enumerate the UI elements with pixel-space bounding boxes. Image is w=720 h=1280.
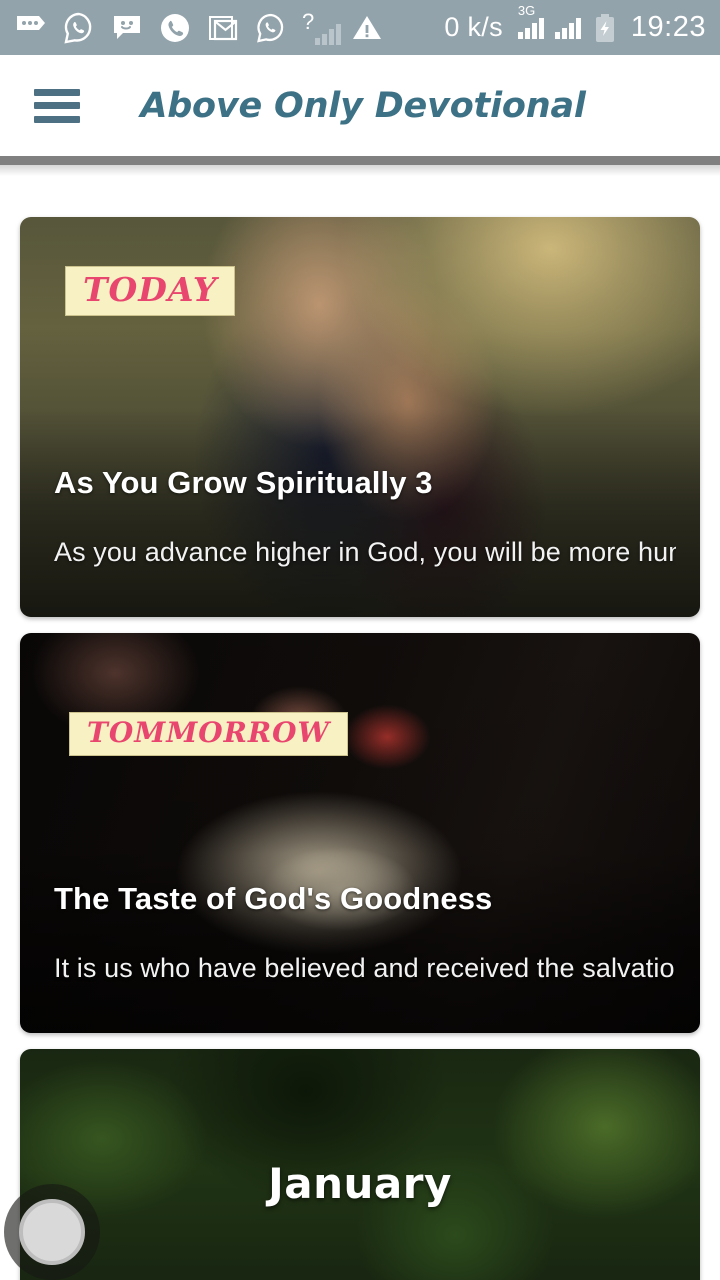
messages-icon [14, 11, 48, 45]
status-bar-system-icons: 0 k/s 3G 19:23 [444, 4, 706, 45]
network-type-label: 3G [517, 2, 536, 18]
signal-strength-primary-icon: 3G [517, 4, 544, 39]
month-heading: January [268, 1159, 452, 1208]
status-bar[interactable]: ? 0 k/s 3G 19:23 [0, 0, 720, 55]
devotional-card-month[interactable]: January [20, 1049, 700, 1280]
assistive-touch-button[interactable] [4, 1184, 100, 1280]
page-title: Above Only Devotional [140, 85, 586, 126]
card-title: The Taste of God's Goodness [54, 881, 493, 916]
card-description: It is us who have believed and received … [54, 953, 676, 983]
status-bar-notification-icons: ? [14, 10, 384, 45]
status-badge-tomorrow: TOMMORROW [69, 712, 348, 757]
status-badge-today: TODAY [65, 266, 236, 316]
gmail-icon [206, 11, 240, 45]
devotional-card-list[interactable]: TODAY As You Grow Spiritually 3 As you a… [0, 176, 720, 1280]
assistive-touch-inner-circle [19, 1199, 85, 1265]
network-speed-label: 0 k/s [444, 12, 503, 42]
card-description: As you advance higher in God, you will b… [54, 537, 676, 567]
app-bar-shadow [0, 165, 720, 176]
status-bar-clock: 19:23 [630, 11, 706, 43]
whatsapp-secondary-icon [254, 11, 288, 45]
whatsapp-icon [62, 11, 96, 45]
app-bar-divider [0, 156, 720, 165]
signal-unknown-icon: ? [302, 10, 342, 45]
phone-call-icon [158, 11, 192, 45]
hamburger-menu-icon[interactable] [34, 88, 80, 123]
warning-triangle-icon [350, 11, 384, 45]
battery-charging-icon [592, 11, 618, 45]
card-title: As You Grow Spiritually 3 [54, 465, 433, 500]
app-bar: Above Only Devotional [0, 55, 720, 156]
sms-smiley-icon [110, 11, 144, 45]
devotional-card-tomorrow[interactable]: TOMMORROW The Taste of God's Goodness It… [20, 633, 700, 1033]
signal-strength-secondary-icon [554, 17, 581, 39]
devotional-card-today[interactable]: TODAY As You Grow Spiritually 3 As you a… [20, 217, 700, 617]
